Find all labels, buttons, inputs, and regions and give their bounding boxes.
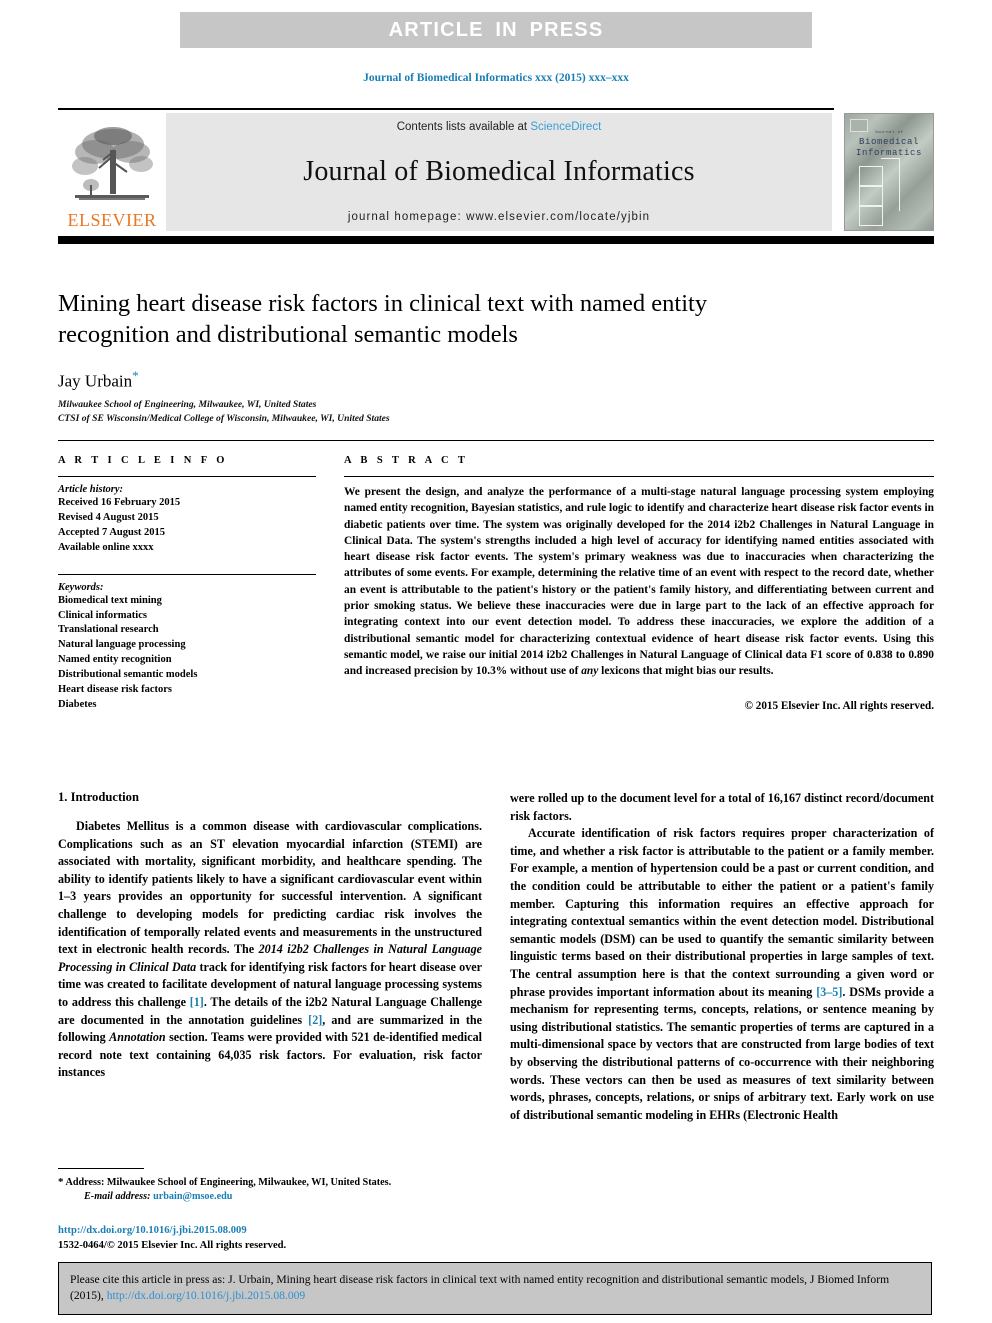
corresponding-author-marker: * bbox=[132, 367, 139, 383]
abstract-text: We present the design, and analyze the p… bbox=[344, 484, 934, 680]
article-info-rule bbox=[58, 476, 316, 477]
abstract-part-a: We present the design, and analyze the p… bbox=[344, 486, 934, 678]
history-item: Available online xxxx bbox=[58, 541, 154, 553]
body-columns: 1. Introduction Diabetes Mellitus is a c… bbox=[58, 790, 934, 1124]
intro-paragraph-right-continued: were rolled up to the document level for… bbox=[510, 791, 934, 823]
affiliation-2: CTSI of SE Wisconsin/Medical College of … bbox=[58, 412, 390, 424]
cite-box-doi-link[interactable]: http://dx.doi.org/10.1016/j.jbi.2015.08.… bbox=[107, 1289, 306, 1302]
email-label: E-mail address: bbox=[84, 1190, 151, 1202]
running-citation: Journal of Biomedical Informatics xxx (2… bbox=[363, 72, 629, 84]
info-abstract-region: A R T I C L E I N F O Article history: R… bbox=[58, 455, 934, 713]
left-p1-a: Diabetes Mellitus is a common disease wi… bbox=[58, 819, 482, 957]
citation-ref-1[interactable]: [1] bbox=[190, 995, 204, 1009]
correspondence-footnote: * Address: Milwaukee School of Engineeri… bbox=[58, 1168, 482, 1202]
contents-lists-line: Contents lists available at ScienceDirec… bbox=[397, 121, 602, 133]
keywords-label: Keywords: bbox=[58, 581, 104, 593]
title-divider bbox=[58, 439, 934, 441]
keywords-list: Biomedical text mining Clinical informat… bbox=[58, 594, 316, 713]
cover-title-line1: Biomedical bbox=[858, 137, 919, 147]
abstract-column: A B S T R A C T We present the design, a… bbox=[344, 455, 934, 713]
intro-paragraph-right-2: Accurate identification of risk factors … bbox=[510, 825, 934, 1124]
intro-paragraph-left: Diabetes Mellitus is a common disease wi… bbox=[58, 818, 482, 1082]
doi-link[interactable]: http://dx.doi.org/10.1016/j.jbi.2015.08.… bbox=[58, 1225, 247, 1236]
keyword-item: Biomedical text mining bbox=[58, 594, 162, 606]
article-info-heading: A R T I C L E I N F O bbox=[58, 455, 228, 466]
elsevier-wordmark: ELSEVIER bbox=[67, 210, 157, 230]
left-p1-italic-2: Annotation bbox=[109, 1030, 166, 1045]
title-block: Mining heart disease risk factors in cli… bbox=[58, 288, 934, 441]
masthead-bottom-rule bbox=[58, 236, 934, 244]
journal-homepage-line: journal homepage: www.elsevier.com/locat… bbox=[347, 211, 651, 223]
footnote-address-text: Address: Milwaukee School of Engineering… bbox=[63, 1177, 392, 1188]
history-item: Accepted 7 August 2015 bbox=[58, 526, 166, 538]
cover-title-line2: Informatics bbox=[855, 148, 922, 158]
keyword-item: Named entity recognition bbox=[58, 654, 172, 666]
footnote-rule bbox=[58, 1168, 144, 1169]
contents-prefix: Contents lists available at bbox=[396, 121, 531, 133]
body-right-column: were rolled up to the document level for… bbox=[510, 790, 934, 1124]
journal-title: Journal of Biomedical Informatics bbox=[303, 156, 695, 187]
doi-issn-block: http://dx.doi.org/10.1016/j.jbi.2015.08.… bbox=[58, 1224, 482, 1254]
abstract-copyright: © 2015 Elsevier Inc. All rights reserved… bbox=[744, 699, 934, 712]
history-item: Received 16 February 2015 bbox=[58, 497, 181, 508]
cover-deco-box-4 bbox=[881, 158, 900, 211]
journal-cover-thumbnail: Journal of Biomedical Informatics bbox=[844, 113, 934, 231]
sciencedirect-link[interactable]: ScienceDirect bbox=[530, 121, 601, 133]
cite-this-article-box: Please cite this article in press as: J.… bbox=[58, 1262, 932, 1316]
article-in-press-banner: ARTICLE IN PRESS bbox=[180, 12, 812, 48]
keyword-item: Diabetes bbox=[58, 698, 97, 710]
elsevier-tree-icon bbox=[72, 127, 153, 200]
body-left-column: 1. Introduction Diabetes Mellitus is a c… bbox=[58, 790, 482, 1124]
footnote-email-line: E-mail address: urbain@msoe.edu bbox=[58, 1191, 482, 1202]
section-heading-introduction: 1. Introduction bbox=[58, 790, 139, 804]
article-in-press-label: ARTICLE IN PRESS bbox=[388, 18, 604, 41]
article-history-label: Article history: bbox=[58, 484, 124, 495]
abstract-rule bbox=[344, 476, 934, 477]
masthead-top-rule bbox=[58, 108, 834, 110]
article-history-list: Received 16 February 2015 Revised 4 Augu… bbox=[58, 496, 316, 556]
right-p2-b: . DSMs provide a mechanism for represent… bbox=[510, 984, 934, 1122]
abstract-heading: A B S T R A C T bbox=[344, 455, 469, 466]
page-title: Mining heart disease risk factors in cli… bbox=[58, 290, 708, 349]
issn-copyright-line: 1532-0464/© 2015 Elsevier Inc. All right… bbox=[58, 1239, 287, 1251]
abstract-emphasis-any: any bbox=[581, 665, 599, 678]
citation-ref-2[interactable]: [2] bbox=[308, 1013, 322, 1027]
right-p2-a: Accurate identification of risk factors … bbox=[510, 826, 934, 999]
keyword-item: Translational research bbox=[58, 624, 159, 636]
journal-masthead: ELSEVIER Contents lists available at Sci… bbox=[58, 108, 934, 244]
footnote-address-line: * Address: Milwaukee School of Engineeri… bbox=[58, 1175, 482, 1191]
author-email-link[interactable]: urbain@msoe.edu bbox=[153, 1191, 232, 1202]
keywords-rule bbox=[58, 573, 316, 575]
cover-journal-word: Journal of bbox=[874, 131, 904, 135]
elsevier-logo: ELSEVIER bbox=[58, 113, 166, 231]
affiliation-1: Milwaukee School of Engineering, Milwauk… bbox=[58, 399, 317, 411]
citation-ref-3-5[interactable]: [3–5] bbox=[816, 985, 842, 999]
masthead-center-panel: Contents lists available at ScienceDirec… bbox=[166, 113, 832, 231]
history-item: Revised 4 August 2015 bbox=[58, 511, 159, 523]
author-line: Jay Urbain* bbox=[58, 368, 934, 392]
abstract-part-b: lexicons that might bias our results. bbox=[598, 665, 774, 678]
keyword-item: Distributional semantic models bbox=[58, 669, 198, 681]
cover-deco-box-3 bbox=[859, 206, 883, 226]
cover-deco-box-1 bbox=[859, 166, 883, 186]
keyword-item: Heart disease risk factors bbox=[58, 684, 173, 696]
keyword-item: Clinical informatics bbox=[58, 609, 147, 621]
keyword-item: Natural language processing bbox=[58, 639, 186, 651]
cover-deco-box-2 bbox=[859, 186, 883, 206]
author-name: Jay Urbain bbox=[58, 371, 133, 391]
article-info-column: A R T I C L E I N F O Article history: R… bbox=[58, 455, 316, 713]
